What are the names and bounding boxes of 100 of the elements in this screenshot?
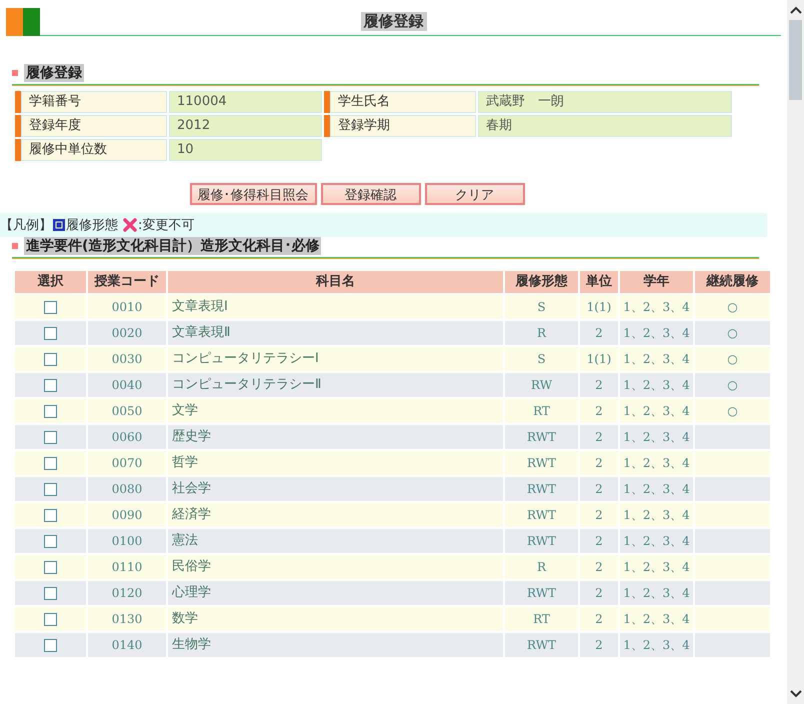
table-cell: RT [505,607,578,631]
section-title: 進学要件(造形文化科目計）造形文化科目･必修 [24,237,322,255]
checkbox[interactable] [44,379,57,392]
table-cell: 2 [580,633,618,657]
field-label: 履修中単位数 [15,139,167,161]
checkbox[interactable] [44,613,57,626]
table-cell: 憲法 [168,529,503,553]
table-cell: 生物学 [168,633,503,657]
checkbox[interactable] [44,509,57,522]
table-cell: 2 [580,529,618,553]
checkbox[interactable] [44,535,57,548]
table-cell: RWT [505,581,578,605]
field-label: 学生氏名 [324,91,476,113]
column-header: 履修形態 [505,271,578,293]
table-cell: 0070 [88,451,166,475]
table-cell: RWT [505,633,578,657]
table-cell: RWT [505,425,578,449]
table-cell: 0120 [88,581,166,605]
table-cell: 1、2、3、4 [620,321,693,345]
table-cell: 0040 [88,373,166,397]
table-cell: 0130 [88,607,166,631]
table-cell: 2 [580,425,618,449]
table-cell: 0110 [88,555,166,579]
table-cell: RWT [505,477,578,501]
checkbox[interactable] [44,457,57,470]
table-cell: 1、2、3、4 [620,347,693,371]
table-cell: 社会学 [168,477,503,501]
table-cell: 1、2、3、4 [620,503,693,527]
table-cell: 2 [580,607,618,631]
logo-icon [6,8,40,36]
column-header: 科目名 [168,271,503,293]
table-cell: 0020 [88,321,166,345]
table-cell: RW [505,373,578,397]
table-cell: 0050 [88,399,166,423]
table-cell: 2 [580,373,618,397]
table-cell: 2 [580,477,618,501]
table-cell: 1、2、3、4 [620,555,693,579]
scroll-down-icon[interactable] [790,690,802,698]
table-cell: 文章表現Ⅰ [168,295,503,319]
checkbox[interactable] [44,301,57,314]
table-cell: ○ [695,373,770,397]
form-icon [52,218,66,232]
column-header: 単位 [580,271,618,293]
checkbox[interactable] [44,639,57,652]
scroll-thumb[interactable] [789,20,802,100]
checkbox[interactable] [44,327,57,340]
table-cell: S [505,347,578,371]
table-cell: RWT [505,503,578,527]
table-cell: ○ [695,347,770,371]
bullet-icon [12,243,18,249]
scroll-up-icon[interactable] [790,6,802,14]
table-cell: 0090 [88,503,166,527]
table-cell: 1、2、3、4 [620,425,693,449]
table-cell: 1、2、3、4 [620,477,693,501]
field-value: 武蔵野 一朗 [478,91,732,113]
table-cell: コンピュータリテラシーⅠ [168,347,503,371]
checkbox[interactable] [44,587,57,600]
action-button[interactable]: 登録確認 [320,183,420,205]
checkbox[interactable] [44,353,57,366]
table-cell: 2 [580,399,618,423]
bullet-icon [12,70,18,76]
legend-label: :変更不可 [138,217,194,234]
table-cell: 1(1) [580,347,618,371]
table-cell: 心理学 [168,581,503,605]
table-cell: ○ [695,321,770,345]
table-cell: 1、2、3、4 [620,607,693,631]
checkbox[interactable] [44,561,57,574]
table-cell: 0140 [88,633,166,657]
checkbox[interactable] [44,483,57,496]
checkbox[interactable] [44,405,57,418]
action-button[interactable]: 履修･修得科目照会 [190,183,316,205]
checkbox[interactable] [44,431,57,444]
table-cell: 0060 [88,425,166,449]
table-cell: ○ [695,399,770,423]
table-cell: RT [505,399,578,423]
table-cell: 0080 [88,477,166,501]
action-button[interactable]: クリア [424,183,524,205]
table-cell: 1、2、3、4 [620,529,693,553]
table-cell: 2 [580,321,618,345]
table-cell: RWT [505,529,578,553]
cross-icon [122,217,138,233]
table-cell: コンピュータリテラシーⅡ [168,373,503,397]
page-title: 履修登録 [360,12,426,31]
table-cell: 哲学 [168,451,503,475]
column-header: 継続履修 [695,271,770,293]
table-cell: R [505,321,578,345]
table-cell: 1、2、3、4 [620,581,693,605]
table-cell: 0100 [88,529,166,553]
table-cell: 1、2、3、4 [620,633,693,657]
table-cell: 数学 [168,607,503,631]
table-cell: S [505,295,578,319]
column-header: 選択 [15,271,86,293]
table-cell: 1(1) [580,295,618,319]
column-header: 学年 [620,271,693,293]
section-title: 履修登録 [24,64,84,82]
table-cell: 2 [580,451,618,475]
table-cell: 2 [580,503,618,527]
field-value: 10 [169,139,322,161]
table-cell: 1、2、3、4 [620,373,693,397]
column-header: 授業コード [88,271,166,293]
